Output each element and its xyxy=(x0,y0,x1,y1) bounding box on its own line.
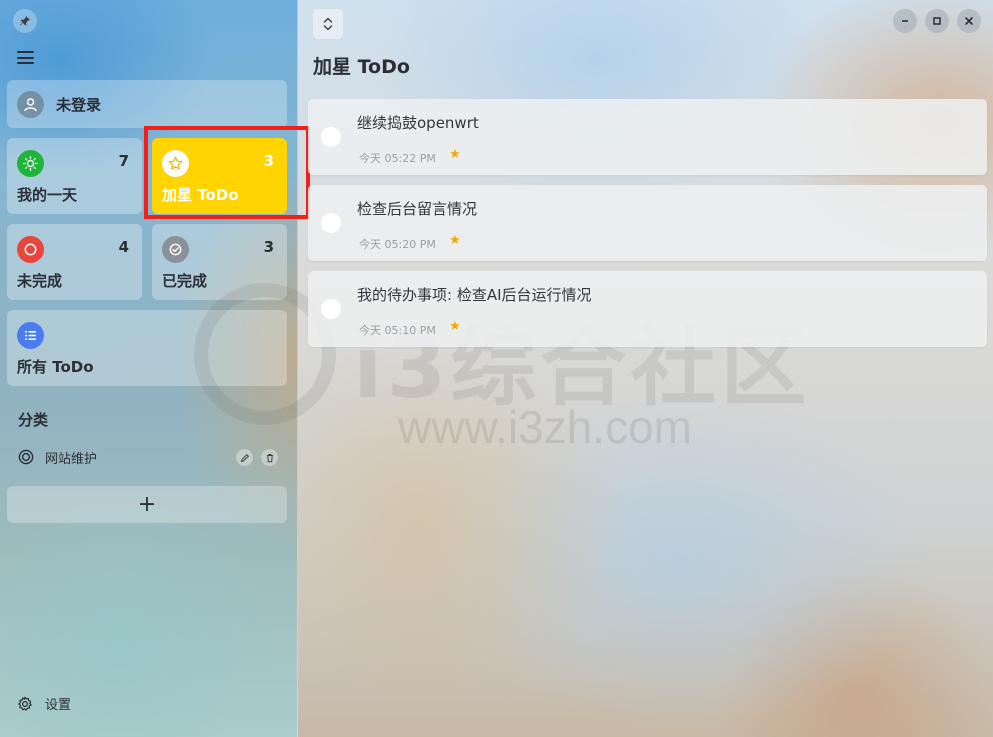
minimize-button[interactable] xyxy=(893,9,917,33)
minimize-icon xyxy=(902,20,908,22)
expand-collapse-button[interactable] xyxy=(313,9,343,39)
menu-icon[interactable] xyxy=(17,51,34,64)
smart-list-undone[interactable]: 4 未完成 xyxy=(7,224,142,300)
delete-category-button[interactable] xyxy=(261,449,278,466)
done-label: 已完成 xyxy=(162,272,208,290)
plus-icon: + xyxy=(137,492,157,517)
settings-label: 设置 xyxy=(45,698,72,713)
starred-count: 3 xyxy=(263,152,274,170)
edit-category-button[interactable] xyxy=(236,449,253,466)
chevron-up-down-icon xyxy=(323,17,333,31)
todo-title: 我的待办事项: 检查AI后台运行情况 xyxy=(357,286,592,304)
todo-title: 继续捣鼓openwrt xyxy=(357,114,479,132)
todo-checkbox[interactable] xyxy=(321,127,341,147)
list-icon xyxy=(17,322,44,349)
todo-time: 今天 05:20 PM xyxy=(359,238,436,251)
my-day-count: 7 xyxy=(118,152,129,170)
check-circle-icon xyxy=(162,236,189,263)
close-icon xyxy=(965,17,973,25)
todo-item[interactable]: 我的待办事项: 检查AI后台运行情况 今天 05:10 PM ★ xyxy=(308,271,987,347)
user-login-status: 未登录 xyxy=(56,95,102,114)
todo-time: 今天 05:10 PM xyxy=(359,324,436,337)
my-day-label: 我的一天 xyxy=(17,186,78,204)
star-icon xyxy=(162,150,189,177)
page-title: 加星 ToDo xyxy=(313,56,410,78)
todo-item[interactable]: 继续捣鼓openwrt 今天 05:22 PM ★ xyxy=(308,99,987,175)
watermark-url: www.i3zh.com xyxy=(398,401,692,453)
todo-time: 今天 05:22 PM xyxy=(359,152,436,165)
settings-button[interactable]: 设置 xyxy=(17,694,71,713)
category-ring-icon xyxy=(18,449,34,465)
maximize-icon xyxy=(933,17,941,25)
user-icon xyxy=(24,97,37,111)
todo-checkbox[interactable] xyxy=(321,213,341,233)
pin-button[interactable] xyxy=(13,9,37,33)
trash-icon xyxy=(266,453,273,462)
category-section-title: 分类 xyxy=(18,411,49,429)
todo-item[interactable]: 检查后台留言情况 今天 05:20 PM ★ xyxy=(308,185,987,261)
sun-icon xyxy=(17,150,44,177)
star-icon[interactable]: ★ xyxy=(449,320,461,333)
todo-checkbox[interactable] xyxy=(321,299,341,319)
undone-count: 4 xyxy=(118,238,129,256)
all-todo-label: 所有 ToDo xyxy=(17,358,94,376)
add-category-button[interactable]: + xyxy=(7,486,287,523)
starred-label: 加星 ToDo xyxy=(162,186,239,204)
category-item[interactable]: 网站维护 xyxy=(7,443,287,471)
star-icon[interactable]: ★ xyxy=(449,148,461,161)
smart-list-my-day[interactable]: 7 我的一天 xyxy=(7,138,142,214)
gear-icon xyxy=(18,696,32,711)
done-count: 3 xyxy=(263,238,274,256)
maximize-button[interactable] xyxy=(925,9,949,33)
pin-icon xyxy=(20,16,30,26)
user-account-row[interactable]: 未登录 xyxy=(7,80,287,128)
star-icon[interactable]: ★ xyxy=(449,234,461,247)
close-button[interactable] xyxy=(957,9,981,33)
circle-icon xyxy=(17,236,44,263)
pencil-icon xyxy=(240,453,249,462)
undone-label: 未完成 xyxy=(17,272,63,290)
todo-title: 检查后台留言情况 xyxy=(357,200,478,218)
smart-list-starred[interactable]: 3 加星 ToDo xyxy=(152,138,287,214)
avatar xyxy=(17,90,44,118)
category-label: 网站维护 xyxy=(45,451,98,467)
